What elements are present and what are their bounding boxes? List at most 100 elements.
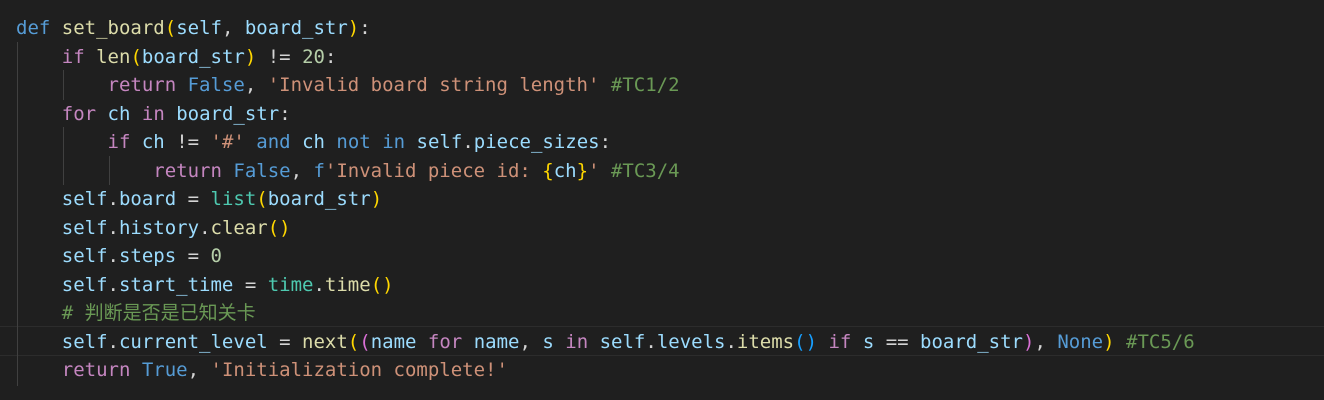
code-token: items [736,331,795,353]
code-line[interactable]: self.history.clear() [16,214,291,242]
code-token: clear [210,217,268,239]
code-line[interactable]: self.start_time = time.time() [16,271,394,299]
code-token: () [267,217,291,239]
code-token: ( [347,331,360,353]
code-token: } [576,160,589,182]
code-token: ch [302,131,325,153]
code-token: def [16,17,51,39]
code-token: start_time [118,274,234,296]
code-token: . [645,331,657,353]
code-token: steps [118,245,177,267]
code-token: self [176,17,222,39]
code-token: ( [164,17,177,39]
code-token: name [370,331,417,353]
code-token: 'Initialization complete!' [210,359,508,381]
code-token: ) [370,188,383,210]
code-line[interactable]: self.steps = 0 [16,242,222,270]
code-token: ) [1022,331,1035,353]
code-token: False [187,74,245,96]
code-token: board_str [267,188,371,210]
code-token: if [828,331,852,353]
code-token: . [107,217,119,239]
code-line[interactable]: self.board = list(board_str) [16,185,382,213]
code-token: != [164,131,211,153]
code-token: time [267,274,314,296]
code-token: . [313,274,325,296]
code-token: != [256,46,303,68]
code-token: = [233,274,268,296]
code-line[interactable]: return False, 'Invalid board string leng… [16,71,680,99]
code-token: None [1057,331,1104,353]
code-line[interactable]: # 判断是否是已知关卡 [16,299,256,327]
code-token: = [267,331,303,353]
code-token: s [862,331,875,353]
code-token: if [61,46,85,68]
code-token: return [61,359,131,381]
code-token: for [61,103,97,125]
code-token: f [313,160,325,182]
code-token: self [61,274,108,296]
code-token: , [519,331,543,353]
code-token: . [107,331,119,353]
code-line[interactable]: def set_board(self, board_str): [16,14,371,42]
code-token: . [199,217,211,239]
code-token: not [336,131,371,153]
code-token: , [187,359,211,381]
code-token: #TC5/6 [1126,331,1195,353]
code-line[interactable]: for ch in board_str: [16,100,291,128]
code-token: == [874,331,921,353]
code-token: : [599,131,612,153]
code-token: board_str [141,46,245,68]
code-token: { [542,160,554,182]
code-token: : [279,103,291,125]
code-token: '#' [210,131,245,153]
code-editor[interactable]: def set_board(self, board_str): if len(b… [0,0,1324,400]
code-line[interactable]: return True, 'Initialization complete!' [16,356,508,384]
code-token: . [107,188,119,210]
code-line[interactable]: self.current_level = next((name for name… [16,328,1195,356]
code-token: piece_sizes [473,131,600,153]
code-line[interactable]: if len(board_str) != 20: [16,43,337,71]
code-token: ch [141,131,165,153]
code-token: if [107,131,131,153]
code-line[interactable]: if ch != '#' and ch not in self.piece_si… [16,128,612,156]
code-token: #TC1/2 [610,74,680,96]
code-token: board_str [244,17,348,39]
code-token: board_str [920,331,1023,353]
code-token: ' [588,160,600,182]
code-token: True [141,359,188,381]
code-token: board_str [176,103,280,125]
code-token: 'Invalid piece id: [324,160,543,182]
code-token: 'Invalid board string length' [267,74,600,96]
code-token: 0 [210,245,222,267]
code-token: return [153,160,222,182]
code-token: return [107,74,177,96]
code-token: #TC3/4 [610,160,680,182]
code-token: self [61,331,108,353]
code-token: self [61,188,108,210]
code-token: set_board [61,17,165,39]
code-token: s [542,331,554,353]
code-token: ( [130,46,142,68]
code-token: levels [656,331,726,353]
code-line[interactable]: return False, f'Invalid piece id: {ch}' … [16,157,680,185]
